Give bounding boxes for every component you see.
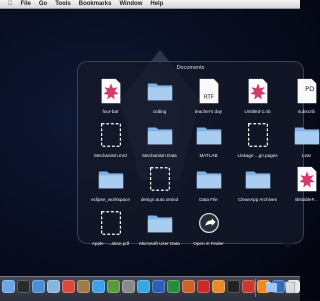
stack-item-label: subscrib xyxy=(298,109,315,114)
mathematica-doc-icon xyxy=(95,75,127,107)
menu-bar:  File Go Tools Bookmarks Window Help xyxy=(0,0,300,9)
skype-icon[interactable] xyxy=(137,280,150,293)
dock-separator xyxy=(255,279,256,297)
stack-item[interactable]: Data File xyxy=(184,163,233,207)
stack-pointer xyxy=(283,243,293,249)
stack-item-label: Linkage ...gn.pages xyxy=(237,153,277,158)
desktop: { "menubar": { "items": ["File", "Go", "… xyxy=(0,0,300,300)
menu-bookmarks[interactable]: Bookmarks xyxy=(79,0,112,9)
stack-item[interactable]: CleanApp Archives xyxy=(233,163,282,207)
folder-icon xyxy=(144,207,176,239)
folder-icon xyxy=(144,119,176,151)
stack-title: Documents xyxy=(78,65,303,71)
finder-icon[interactable] xyxy=(2,280,15,293)
generic-doc-icon xyxy=(242,119,274,151)
stack-item[interactable]: design auto.xmind xyxy=(135,163,184,207)
folder-icon xyxy=(95,163,127,195)
mathematica-doc-icon xyxy=(242,75,274,107)
stack-item[interactable]: BistableF... xyxy=(282,163,320,207)
address-book-icon[interactable] xyxy=(77,280,90,293)
stack-item-label: Data File xyxy=(199,197,217,202)
stack-item-label: Lear xyxy=(302,153,311,158)
iphoto-icon[interactable] xyxy=(107,280,120,293)
itunes-icon[interactable] xyxy=(92,280,105,293)
stack-item-label: MATLAB xyxy=(199,153,217,158)
menu-window[interactable]: Window xyxy=(119,0,142,9)
menu-help[interactable]: Help xyxy=(150,0,163,9)
dashboard-icon[interactable] xyxy=(17,280,30,293)
stack-item-label: coding xyxy=(153,109,167,114)
stack-item-label: four-bar xyxy=(102,109,118,114)
documents-stack-popup: Documents four-bar coding RTF teacher's day… xyxy=(77,61,304,244)
stack-item-label: BistableF... xyxy=(295,197,317,202)
preferences-icon[interactable] xyxy=(122,280,135,293)
open-in-finder-icon xyxy=(193,207,225,239)
stack-item-label: Mechanism.mrd xyxy=(94,153,127,158)
apple-menu-icon[interactable]:  xyxy=(8,0,13,9)
stack-item[interactable]: four-bar xyxy=(86,75,135,119)
calendar-icon[interactable] xyxy=(242,280,255,293)
svg-text:PD: PD xyxy=(305,85,314,93)
rtf-doc-icon: RTF xyxy=(193,75,225,107)
stack-item[interactable]: RTF teacher's day xyxy=(184,75,233,119)
stack-item-label: Open in Finder xyxy=(193,241,223,246)
folder-icon xyxy=(193,163,225,195)
stack-item[interactable]: MATLAB xyxy=(184,119,233,163)
menu-file[interactable]: File xyxy=(21,0,31,9)
excel-icon[interactable] xyxy=(167,280,180,293)
stack-item-label: teacher's day xyxy=(195,109,222,114)
svg-text:RTF: RTF xyxy=(203,95,213,101)
stack-item[interactable]: Linkage ...gn.pages xyxy=(233,119,282,163)
generic-doc-icon xyxy=(144,163,176,195)
matlab-icon[interactable] xyxy=(212,280,225,293)
stack-item-label: Untitled-1.nb xyxy=(244,109,270,114)
stack-item[interactable]: Mechanism.mrd xyxy=(86,119,135,163)
terminal-icon[interactable] xyxy=(227,280,240,293)
safari-icon[interactable] xyxy=(32,280,45,293)
mail-icon[interactable] xyxy=(47,280,60,293)
trash-icon[interactable] xyxy=(283,279,297,294)
menu-tools[interactable]: Tools xyxy=(55,0,71,9)
stack-item[interactable]: coding xyxy=(135,75,184,119)
powerpoint-icon[interactable] xyxy=(182,280,195,293)
menu-go[interactable]: Go xyxy=(39,0,47,9)
dock xyxy=(0,276,300,301)
generic-doc-icon xyxy=(95,119,127,151)
stack-item[interactable]: Microsoft User Data xyxy=(135,207,184,251)
stack-item[interactable]: Untitled-1.nb xyxy=(233,75,282,119)
stack-item[interactable]: Lear xyxy=(282,119,320,163)
ical-icon[interactable] xyxy=(62,280,75,293)
folder-icon xyxy=(193,119,225,151)
folder-icon xyxy=(144,75,176,107)
folder-icon xyxy=(291,119,320,151)
stack-item[interactable]: Mechanism Data xyxy=(135,119,184,163)
stack-item[interactable]: Apple - ...ation.pdf xyxy=(86,207,135,251)
stack-item-label: eclipse_workspace xyxy=(91,197,130,202)
documents-stack-icon[interactable] xyxy=(265,280,278,293)
stack-item[interactable]: PD subscrib xyxy=(282,75,320,119)
stack-item-label: Apple - ...ation.pdf xyxy=(92,241,129,246)
stack-item-label: CleanApp Archives xyxy=(238,197,277,202)
stack-grid: four-bar coding RTF teacher's day Untitled-1… xyxy=(86,75,320,251)
word-icon[interactable] xyxy=(152,280,165,293)
stack-item[interactable]: Open in Finder xyxy=(184,207,233,251)
mathematica-icon[interactable] xyxy=(197,280,210,293)
mathematica-doc-icon xyxy=(291,163,320,195)
stack-item-label: Mechanism Data xyxy=(142,153,176,158)
stack-item-label: design auto.xmind xyxy=(141,197,178,202)
stack-item[interactable]: eclipse_workspace xyxy=(86,163,135,207)
stack-item-label: Microsoft User Data xyxy=(139,241,180,246)
folder-icon xyxy=(242,163,274,195)
pdf-doc-icon: PD xyxy=(291,75,320,107)
generic-doc-icon xyxy=(95,207,127,239)
